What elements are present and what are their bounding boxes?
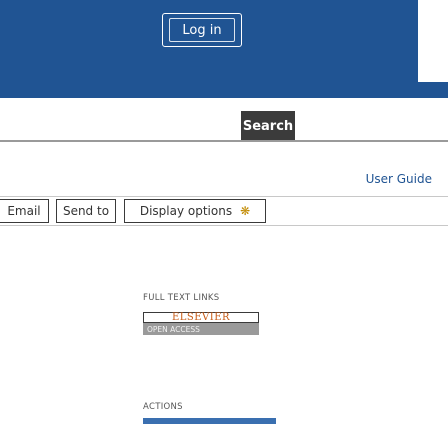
login-button-label: Log in xyxy=(169,18,235,42)
login-button[interactable]: Log in xyxy=(162,13,242,47)
display-options-label: Display options xyxy=(139,204,233,218)
open-access-badge: OPEN ACCESS xyxy=(143,323,259,335)
elsevier-full-text-link[interactable]: ELSEVIER OPEN ACCESS xyxy=(143,312,259,336)
actions-heading: ACTIONS xyxy=(143,402,183,412)
send-to-button[interactable]: Send to xyxy=(56,199,116,223)
user-guide-link[interactable]: User Guide xyxy=(366,172,432,186)
toolbar-bottom-rule xyxy=(0,225,448,226)
toolbar-top-rule xyxy=(0,196,448,197)
actions-button[interactable] xyxy=(143,418,276,424)
search-divider xyxy=(0,140,448,142)
gear-icon: ❋ xyxy=(240,204,251,218)
display-options-button[interactable]: Display options ❋ xyxy=(124,199,266,223)
article-toolbar: Email Send to Display options ❋ xyxy=(0,196,448,226)
site-header: Log in xyxy=(0,0,448,98)
search-bar: Search xyxy=(0,98,448,142)
full-text-links-heading: FULL TEXT LINKS xyxy=(143,293,220,303)
search-button[interactable]: Search xyxy=(241,111,295,141)
email-button[interactable]: Email xyxy=(0,199,49,223)
header-right-margin xyxy=(418,0,448,82)
elsevier-logo: ELSEVIER xyxy=(143,312,259,323)
